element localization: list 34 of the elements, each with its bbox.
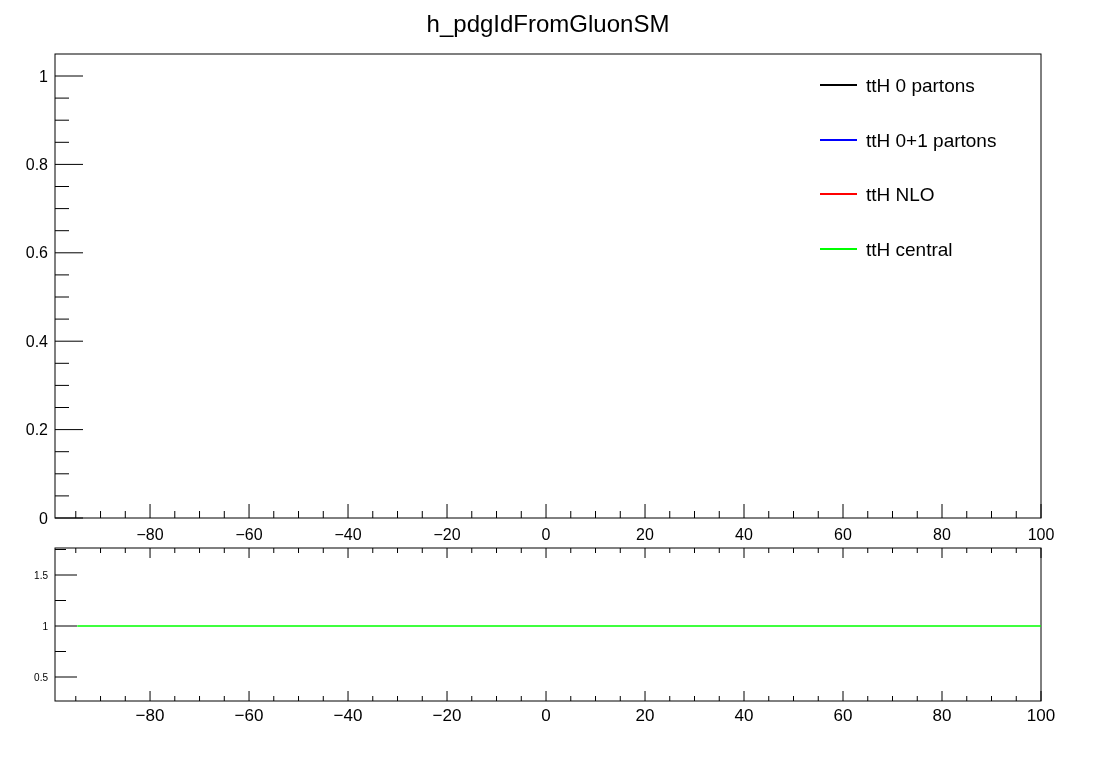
axis-tick-label: 0: [39, 509, 48, 527]
axis-tick-label: −80: [136, 526, 164, 543]
axis-tick-label: 40: [735, 526, 753, 543]
axis-tick-label: 0.8: [25, 156, 48, 173]
axis-tick-label: 0.6: [25, 244, 48, 262]
axis-tick-label: −40: [334, 526, 362, 543]
axis-tick-label: 0: [541, 526, 551, 543]
axis-tick-label: 60: [833, 706, 853, 725]
axis-tick-label: 20: [635, 706, 655, 725]
axis-tick-label: 1: [39, 67, 48, 85]
legend-label: ttH 0+1 partons: [866, 129, 997, 151]
axis-tick-label: −60: [234, 706, 264, 725]
axis-tick-label: −20: [432, 706, 462, 725]
legend-label: ttH NLO: [866, 184, 935, 205]
axis-tick-label: 0: [541, 706, 551, 725]
axis-tick-label: 100: [1027, 526, 1055, 543]
axis-tick-label: 80: [933, 526, 951, 543]
axis-tick-label: 60: [834, 526, 852, 543]
axis-tick-label: 80: [932, 706, 952, 725]
axis-tick-label: −60: [235, 526, 263, 543]
axis-tick-label: −20: [433, 526, 461, 543]
axis-tick-label: −40: [333, 706, 363, 725]
axis-tick-label: 0.2: [25, 421, 48, 439]
axis-tick-label: 20: [636, 526, 654, 543]
axis-tick-label: 0.5: [34, 671, 48, 683]
axis-tick-label: 1: [42, 620, 48, 632]
axis-tick-label: 1.5: [34, 569, 48, 581]
axis-tick-label: 100: [1026, 706, 1056, 725]
legend-label: ttH 0 partons: [866, 75, 975, 96]
axis-tick-label: 0.4: [25, 332, 48, 350]
axis-tick-label: −80: [135, 706, 165, 725]
legend-label: ttH central: [866, 238, 953, 260]
axis-tick-label: 40: [734, 706, 754, 725]
chart-title: h_pdgIdFromGluonSM: [426, 9, 670, 39]
